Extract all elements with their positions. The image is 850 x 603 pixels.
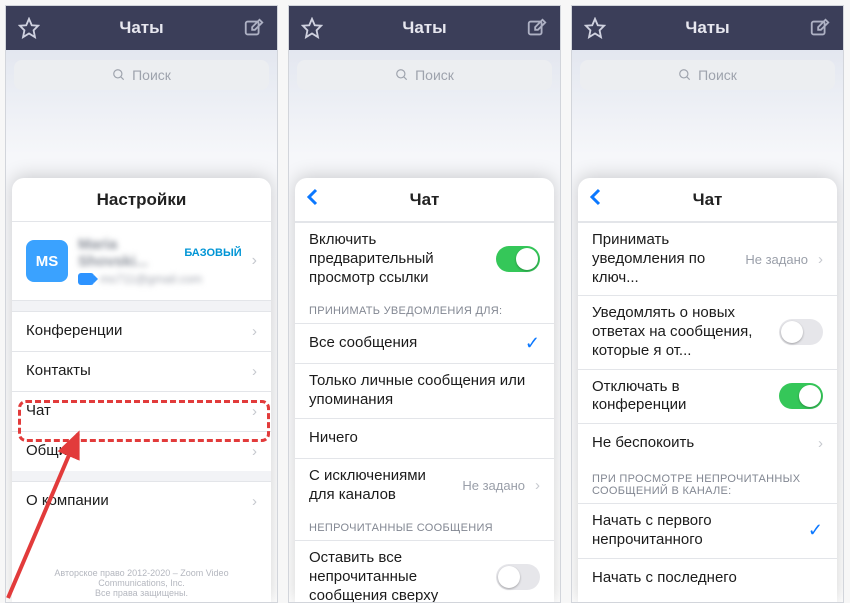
search-input[interactable]: Поиск [14,60,269,90]
compose-icon[interactable] [526,17,548,39]
chat-settings-header: Чат [295,178,554,222]
settings-item-chat[interactable]: Чат› [12,391,271,431]
search-icon [678,68,692,82]
chevron-right-icon: › [818,435,823,452]
group-header-receive: ПРИНИМАТЬ УВЕДОМЛЕНИЯ ДЛЯ: [295,295,554,323]
chevron-right-icon: › [252,252,257,270]
row-keyword-notifications[interactable]: Принимать уведомления по ключ... Не зада… [578,222,837,295]
settings-item-conferences[interactable]: Конференции› [12,311,271,351]
phone-screen-chat-settings-2: Чаты Поиск Чат Принимать уведомления по … [571,5,844,603]
check-icon: ✓ [808,520,823,541]
toggle-mute-conf[interactable] [779,383,823,409]
check-icon: ✓ [525,333,540,354]
row-mute-in-meeting[interactable]: Отключать в конференции [578,369,837,424]
chevron-right-icon: › [252,493,257,510]
profile-row[interactable]: MS Maria Shovski... БАЗОВЫЙ ms711@gmail.… [12,222,271,301]
star-icon[interactable] [301,17,323,39]
row-all-messages[interactable]: Все сообщения✓ [295,323,554,363]
row-keep-unread-top[interactable]: Оставить все непрочитанные сообщения све… [295,540,554,603]
chevron-right-icon: › [252,443,257,460]
search-placeholder: Поиск [415,67,454,83]
profile-name: Maria Shovski... [78,236,178,270]
copyright-text: Авторское право 2012-2020 – Zoom Video C… [12,568,271,598]
topbar-title: Чаты [323,18,526,38]
toggle-link-preview[interactable] [496,246,540,272]
chat-settings-panel-2: Чат Принимать уведомления по ключ... Не … [578,178,837,603]
row-channel-exceptions[interactable]: С исключениями для каналов Не задано › [295,458,554,513]
group-header-unread-channel: ПРИ ПРОСМОТРЕ НЕПРОЧИТАННЫХ СООБЩЕНИЙ В … [578,463,837,503]
group-header-when-notify: КОГДА МЕНЯ УВЕДОМЛЯТЬ: [578,598,837,603]
chevron-right-icon: › [252,403,257,420]
top-bar: Чаты [289,6,560,50]
phone-screen-chat-settings-1: Чаты Поиск Чат Включить предварительный … [288,5,561,603]
search-placeholder: Поиск [698,67,737,83]
settings-header: Настройки [12,178,271,222]
settings-item-general[interactable]: Общие› [12,431,271,471]
toggle-replies[interactable] [779,319,823,345]
row-start-last[interactable]: Начать с последнего [578,558,837,598]
top-bar: Чаты [6,6,277,50]
settings-panel: Настройки MS Maria Shovski... БАЗОВЫЙ ms… [12,178,271,603]
top-bar: Чаты [572,6,843,50]
plan-badge: БАЗОВЫЙ [184,247,241,259]
chevron-right-icon: › [252,363,257,380]
chevron-right-icon: › [818,251,823,268]
back-button[interactable] [588,187,604,212]
compose-icon[interactable] [243,17,265,39]
chat-settings-header: Чат [578,178,837,222]
chevron-right-icon: › [535,477,540,494]
chevron-right-icon: › [252,323,257,340]
row-dnd[interactable]: Не беспокоить › [578,423,837,463]
row-dm-mentions[interactable]: Только личные сообщения или упоминания [295,363,554,418]
back-button[interactable] [305,187,321,212]
row-reply-notifications[interactable]: Уведомлять о новых ответах на сообщения,… [578,295,837,368]
phone-screen-settings: Чаты Поиск Настройки MS Maria Shovski...… [5,5,278,603]
settings-item-about[interactable]: О компании› [12,481,271,521]
row-nothing[interactable]: Ничего [295,418,554,458]
compose-icon[interactable] [809,17,831,39]
group-header-unread: НЕПРОЧИТАННЫЕ СООБЩЕНИЯ [295,512,554,540]
search-input[interactable]: Поиск [580,60,835,90]
profile-email: ms711@gmail.com [100,272,202,286]
search-icon [395,68,409,82]
star-icon[interactable] [18,17,40,39]
row-start-first-unread[interactable]: Начать с первого непрочитанного✓ [578,503,837,558]
search-input[interactable]: Поиск [297,60,552,90]
chat-settings-panel: Чат Включить предварительный просмотр сс… [295,178,554,603]
search-icon [112,68,126,82]
settings-item-contacts[interactable]: Контакты› [12,351,271,391]
star-icon[interactable] [584,17,606,39]
topbar-title: Чаты [606,18,809,38]
toggle-keep-top[interactable] [496,564,540,590]
video-icon [78,273,94,285]
topbar-title: Чаты [40,18,243,38]
avatar: MS [26,240,68,282]
row-link-preview[interactable]: Включить предварительный просмотр ссылки [295,222,554,295]
search-placeholder: Поиск [132,67,171,83]
